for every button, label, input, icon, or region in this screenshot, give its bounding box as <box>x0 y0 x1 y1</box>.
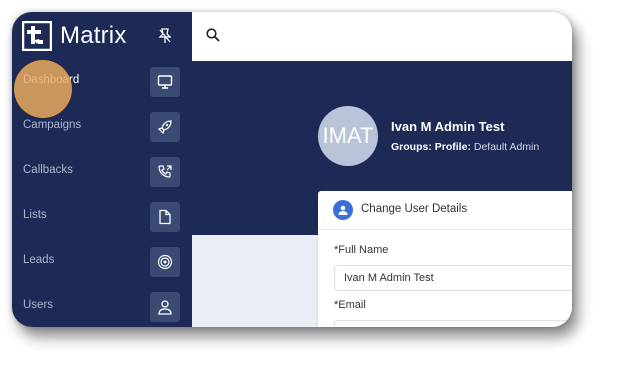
avatar: IMAT <box>318 106 378 166</box>
sidebar-item-leads[interactable]: Leads <box>12 241 192 285</box>
groups-label: Groups: <box>391 141 432 153</box>
logo[interactable]: Matrix <box>22 21 127 51</box>
full-name-field[interactable]: Ivan M Admin Test <box>334 265 572 291</box>
profile-value: Default Admin <box>473 141 540 153</box>
target-icon[interactable] <box>150 247 180 277</box>
sidebar-item-callbacks[interactable]: Callbacks <box>12 151 192 195</box>
form-header: Change User Details <box>318 191 572 230</box>
pin-icon[interactable] <box>158 28 172 44</box>
sidebar-item-label: Users <box>23 299 54 311</box>
profile-name: Ivan M Admin Test <box>391 119 505 134</box>
click-highlight <box>14 60 72 118</box>
sidebar-item-lists[interactable]: Lists <box>12 196 192 240</box>
profile-groups: Groups: Profile: Default Admin <box>391 141 539 153</box>
sidebar-item-label: Lists <box>23 209 47 221</box>
sidebar-item-label: Leads <box>23 254 55 266</box>
email-label: *Email <box>334 299 366 311</box>
search-icon[interactable] <box>206 28 220 42</box>
phone-callback-icon[interactable] <box>150 157 180 187</box>
user-circle-icon <box>333 200 353 220</box>
app-title: Matrix <box>60 22 127 49</box>
user-icon[interactable] <box>150 292 180 322</box>
sidebar-item-label: Campaigns <box>23 119 82 131</box>
monitor-icon[interactable] <box>150 67 180 97</box>
email-field[interactable] <box>334 320 572 327</box>
change-user-details-card: Change User Details *Full Name Ivan M Ad… <box>318 191 572 327</box>
sidebar-item-label: Callbacks <box>23 164 73 176</box>
matrix-logo-icon <box>22 21 52 51</box>
sidebar-item-users[interactable]: Users <box>12 286 192 327</box>
form-title: Change User Details <box>361 203 468 215</box>
top-bar <box>192 12 572 61</box>
sidebar: Matrix Dashboard Campaigns Callbacks <box>12 12 192 327</box>
full-name-label: *Full Name <box>334 244 389 256</box>
app-window: Matrix Dashboard Campaigns Callbacks <box>12 12 572 327</box>
rocket-icon[interactable] <box>150 112 180 142</box>
document-icon[interactable] <box>150 202 180 232</box>
profile-label: Profile: <box>434 141 471 153</box>
